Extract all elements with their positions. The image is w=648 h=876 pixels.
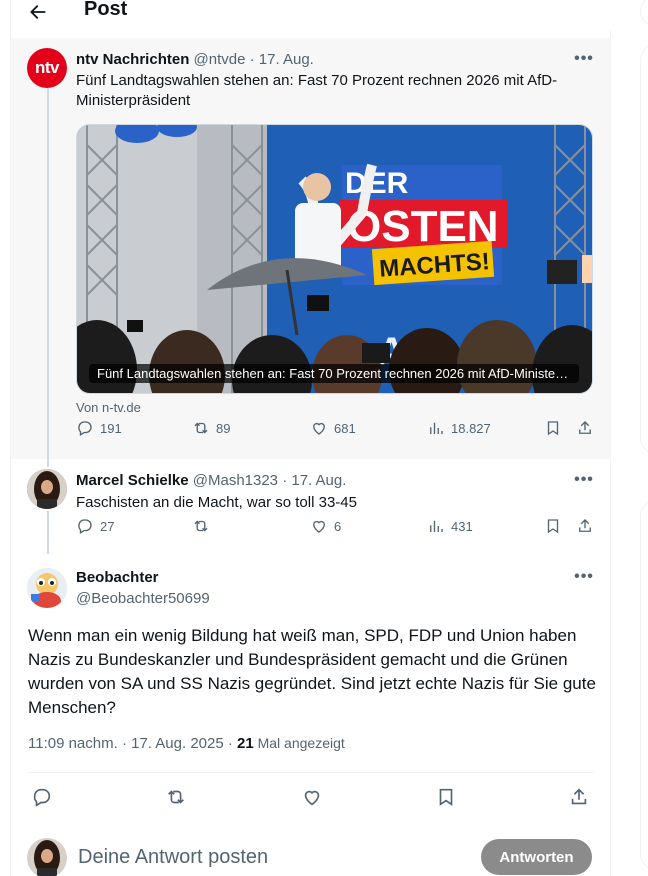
- reply-submit-button[interactable]: Antworten: [481, 839, 592, 875]
- share-button[interactable]: [568, 786, 590, 808]
- thread-line-bottom: [47, 511, 49, 554]
- like-button[interactable]: 681: [310, 419, 356, 437]
- like-button[interactable]: [301, 786, 323, 808]
- avatar[interactable]: ntv: [27, 48, 67, 88]
- avatar-image: [27, 838, 67, 876]
- like-button[interactable]: 6: [310, 517, 341, 535]
- page-title: Post: [84, 0, 128, 20]
- like-count: 6: [334, 518, 342, 534]
- back-button[interactable]: [27, 0, 49, 24]
- like-count: 681: [334, 420, 356, 436]
- share-icon: [579, 519, 591, 532]
- thread-line: [47, 88, 49, 459]
- repost-button[interactable]: [192, 517, 216, 535]
- sign-der: DER: [345, 167, 409, 200]
- divider: [28, 772, 594, 773]
- views-button[interactable]: 18.827: [427, 419, 491, 437]
- repost-count: 89: [216, 420, 231, 436]
- main-column: Post ntv ntv Nachrichten @ntvde · 17. Au…: [11, 0, 611, 876]
- reply-composer: Deine Antwort posten Antworten: [11, 822, 611, 876]
- post-text: Faschisten an die Macht, war so toll 33-…: [76, 494, 357, 511]
- thread-line-top: [47, 459, 49, 467]
- media-image[interactable]: DER OSTEN MACHTS! AfD: [76, 124, 593, 394]
- ntv-logo-text: ntv: [35, 58, 60, 77]
- views-button[interactable]: 431: [427, 517, 473, 535]
- more-icon[interactable]: •••: [573, 50, 595, 70]
- repost-button[interactable]: [165, 786, 187, 808]
- sidebar-card: [640, 44, 648, 454]
- bookmark-icon: [439, 788, 453, 806]
- like-icon: [304, 790, 320, 806]
- post-text: Fünf Landtagswahlen stehen an: Fast 70 P…: [76, 72, 558, 109]
- avatar: [27, 838, 67, 876]
- share-button[interactable]: [576, 517, 594, 535]
- more-icon[interactable]: •••: [573, 471, 595, 491]
- left-gutter: [0, 0, 11, 876]
- share-button[interactable]: [576, 419, 594, 437]
- reply-count: 191: [100, 420, 122, 436]
- media-caption: Fünf Landtagswahlen stehen an: Fast 70 P…: [89, 364, 579, 383]
- bookmark-button[interactable]: [544, 517, 562, 535]
- header: Post: [11, 0, 611, 30]
- reply-icon: [78, 421, 92, 436]
- bookmark-icon: [547, 421, 559, 436]
- bookmark-button[interactable]: [435, 786, 457, 808]
- avatar-image: [27, 568, 67, 608]
- reply-post[interactable]: Marcel Schielke @Mash1323 · 17. Aug. •••…: [11, 459, 611, 554]
- rally-photo: DER OSTEN MACHTS! AfD: [77, 125, 592, 393]
- repost-icon: [194, 520, 208, 532]
- source-link[interactable]: Von n-tv.de: [76, 400, 141, 415]
- author-name[interactable]: Beobachter: [76, 569, 159, 586]
- author-handle-date[interactable]: @Mash1323 · 17. Aug.: [193, 472, 347, 489]
- author-handle-line: @Beobachter50699: [76, 590, 210, 607]
- author-line: Marcel Schielke @Mash1323 · 17. Aug.: [76, 472, 346, 489]
- repost-button[interactable]: 89: [192, 419, 230, 437]
- reply-button[interactable]: [31, 786, 53, 808]
- reply-icon: [78, 519, 92, 534]
- avatar[interactable]: [27, 469, 67, 509]
- view-count: 18.827: [451, 420, 491, 436]
- reply-count: 27: [100, 518, 115, 534]
- bookmark-icon: [547, 519, 559, 534]
- repost-icon: [168, 790, 184, 804]
- author-name-line: Beobachter: [76, 569, 159, 586]
- bookmark-button[interactable]: [544, 419, 562, 437]
- author-name[interactable]: Marcel Schielke: [76, 472, 189, 489]
- author-handle-date[interactable]: @ntvde · 17. Aug.: [194, 51, 314, 68]
- post-timestamp: 11:09 nachm. · 17. Aug. 2025 · 21 Mal an…: [28, 735, 345, 752]
- view-count: 431: [451, 518, 473, 534]
- views-icon: [430, 520, 443, 532]
- parent-post[interactable]: ntv ntv Nachrichten @ntvde · 17. Aug. ••…: [11, 38, 611, 459]
- reply-button[interactable]: 191: [76, 419, 122, 437]
- avatar-image: [27, 469, 67, 509]
- view-label: Mal angezeigt: [253, 735, 345, 751]
- like-icon: [313, 422, 325, 435]
- focused-post: Beobachter @Beobachter50699 ••• Wenn man…: [11, 554, 611, 822]
- back-arrow-icon: [30, 5, 46, 19]
- post-time-date[interactable]: 11:09 nachm. · 17. Aug. 2025 ·: [28, 735, 237, 752]
- sidebar-card: [640, 500, 648, 870]
- share-icon: [571, 788, 587, 805]
- author-handle[interactable]: @Beobachter50699: [76, 590, 210, 607]
- repost-icon: [194, 422, 208, 434]
- reply-button[interactable]: 27: [76, 517, 114, 535]
- author-name[interactable]: ntv Nachrichten: [76, 51, 189, 68]
- like-icon: [313, 520, 325, 533]
- right-sidebar: [611, 0, 648, 876]
- reply-icon: [33, 788, 51, 807]
- post-text: Wenn man ein wenig Bildung hat weiß man,…: [28, 626, 596, 717]
- sidebar-search-edge[interactable]: [640, 0, 648, 26]
- author-line: ntv Nachrichten @ntvde · 17. Aug.: [76, 51, 314, 68]
- avatar[interactable]: [27, 568, 67, 608]
- focused-post-actions: [31, 786, 591, 808]
- share-icon: [579, 421, 591, 434]
- more-icon[interactable]: •••: [573, 568, 595, 588]
- reply-input[interactable]: Deine Antwort posten: [78, 846, 268, 869]
- views-icon: [430, 422, 443, 434]
- view-count: 21: [237, 735, 254, 752]
